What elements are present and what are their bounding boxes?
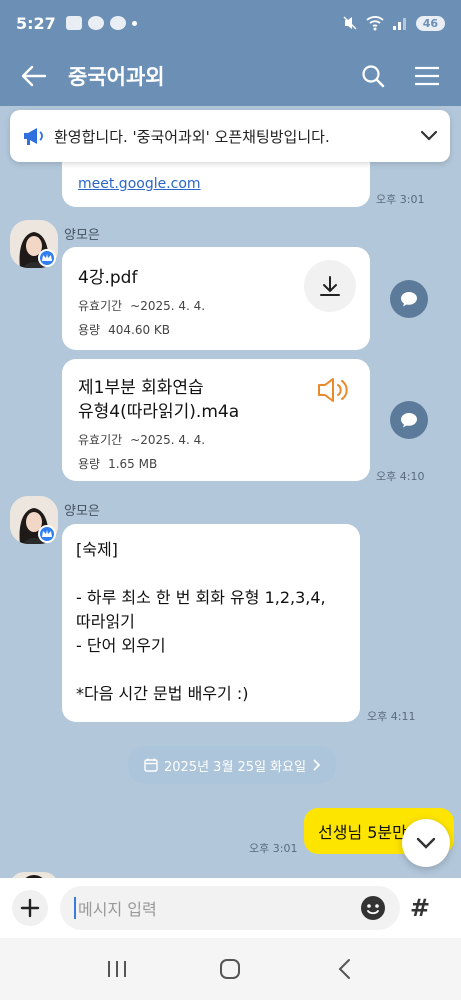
host-crown-badge (38, 525, 56, 543)
message-link[interactable]: meet.google.com (78, 176, 201, 192)
message-line: 따라읽기 (76, 612, 135, 631)
message-time: 오후 3:01 (249, 842, 298, 855)
file-name: 제1부분 회화연습 (78, 378, 204, 398)
message-line: *다음 시간 문법 배우기 :) (76, 684, 249, 703)
file-size: 용량 404.60 KB (78, 323, 170, 337)
calendar-icon (144, 758, 158, 772)
chevron-left-icon (338, 959, 351, 979)
back-button[interactable] (14, 56, 54, 96)
text-cursor (74, 897, 76, 919)
notification-icons (65, 16, 137, 30)
battery-indicator: 46 (415, 15, 445, 31)
nav-back-button[interactable] (324, 949, 364, 989)
search-button[interactable] (353, 56, 393, 96)
download-button[interactable] (304, 260, 356, 312)
file-size: 용량 1.65 MB (78, 457, 158, 471)
share-button[interactable] (390, 280, 428, 318)
chevron-right-icon (313, 759, 321, 771)
sender-name: 양모은 (64, 228, 100, 243)
notice-text: 환영합니다. '중국어과외' 오픈채팅방입니다. (54, 127, 330, 146)
chat-header: 중국어과외 (0, 46, 461, 106)
chevron-down-icon (416, 837, 436, 849)
date-divider[interactable]: 2025년 3월 25일 화요일 (128, 746, 337, 784)
arrow-left-icon (21, 65, 47, 87)
crown-icon (42, 530, 52, 537)
file-name: 유형4(따라읽기).m4a (78, 402, 240, 422)
attach-button[interactable] (12, 890, 48, 926)
crown-icon (42, 254, 52, 261)
message-line (76, 562, 346, 586)
emoticon-icon[interactable] (360, 895, 386, 921)
wifi-icon (366, 16, 384, 31)
status-bar: 5:27 46 (0, 0, 461, 46)
chat-bubble-icon (401, 413, 417, 428)
signal-icon (392, 18, 406, 30)
gallery-icon (65, 16, 82, 30)
chat-room-title: 중국어과외 (68, 65, 165, 89)
status-time: 5:27 (16, 13, 56, 33)
system-navigation-bar (0, 938, 461, 1000)
message-input-bar: 메시지 입력 # (0, 878, 461, 938)
message-line: - 하루 최소 한 번 회화 유형 1,2,3,4, (76, 588, 326, 607)
search-icon (362, 65, 385, 88)
more-notifications-dot (131, 20, 137, 26)
file-expiry: 유효기간 ~2025. 4. 4. (78, 299, 206, 313)
message-input[interactable]: 메시지 입력 (60, 886, 400, 930)
recent-apps-button[interactable] (97, 949, 137, 989)
hamburger-menu-icon (415, 66, 439, 86)
system-icons: 46 (342, 15, 445, 31)
file-expiry: 유효기간 ~2025. 4. 4. (78, 433, 206, 447)
message-line: - 단어 외우기 (76, 636, 166, 655)
host-crown-badge (38, 249, 56, 267)
download-icon (320, 276, 340, 296)
text-message-bubble[interactable]: [숙제] - 하루 최소 한 번 회화 유형 1,2,3,4, 따라읽기 - 단… (62, 524, 360, 722)
scroll-to-bottom-button[interactable] (402, 819, 450, 867)
file-message-bubble[interactable]: 제1부분 회화연습 유형4(따라읽기).m4a 유효기간 ~2025. 4. 4.… (62, 359, 370, 481)
message-time: 오후 3:01 (376, 193, 425, 206)
mute-icon (343, 16, 357, 30)
speaker-icon[interactable] (316, 375, 350, 405)
talk-icon (87, 16, 104, 30)
sender-name: 양모은 (64, 504, 100, 519)
date-divider-label: 2025년 3월 25일 화요일 (164, 759, 307, 775)
message-line: [숙제] (76, 540, 118, 559)
home-button[interactable] (210, 949, 250, 989)
hashtag-button[interactable]: # (410, 894, 430, 922)
recent-apps-icon (107, 961, 126, 977)
my-message-text: 선생님 5분만 (318, 823, 407, 842)
message-input-placeholder: 메시지 입력 (78, 900, 157, 919)
menu-button[interactable] (407, 56, 447, 96)
message-time: 오후 4:11 (367, 710, 416, 723)
share-button[interactable] (390, 401, 428, 439)
message-line (76, 658, 346, 682)
plus-icon (20, 898, 40, 918)
file-name: 4강.pdf (78, 268, 138, 288)
file-message-bubble[interactable]: 4강.pdf 유효기간 ~2025. 4. 4. 용량 404.60 KB (62, 247, 370, 350)
chat-bubble-icon (401, 292, 417, 307)
home-icon (220, 959, 241, 979)
message-time: 오후 4:10 (376, 470, 425, 483)
megaphone-icon (24, 128, 43, 145)
app-icon (109, 16, 126, 30)
notice-banner[interactable]: 환영합니다. '중국어과외' 오픈채팅방입니다. (10, 110, 450, 162)
chevron-down-icon[interactable] (420, 130, 438, 142)
chat-area[interactable]: meet.google.com 오후 3:01 양모은 4강.pdf 유효기간 ~… (0, 106, 461, 878)
